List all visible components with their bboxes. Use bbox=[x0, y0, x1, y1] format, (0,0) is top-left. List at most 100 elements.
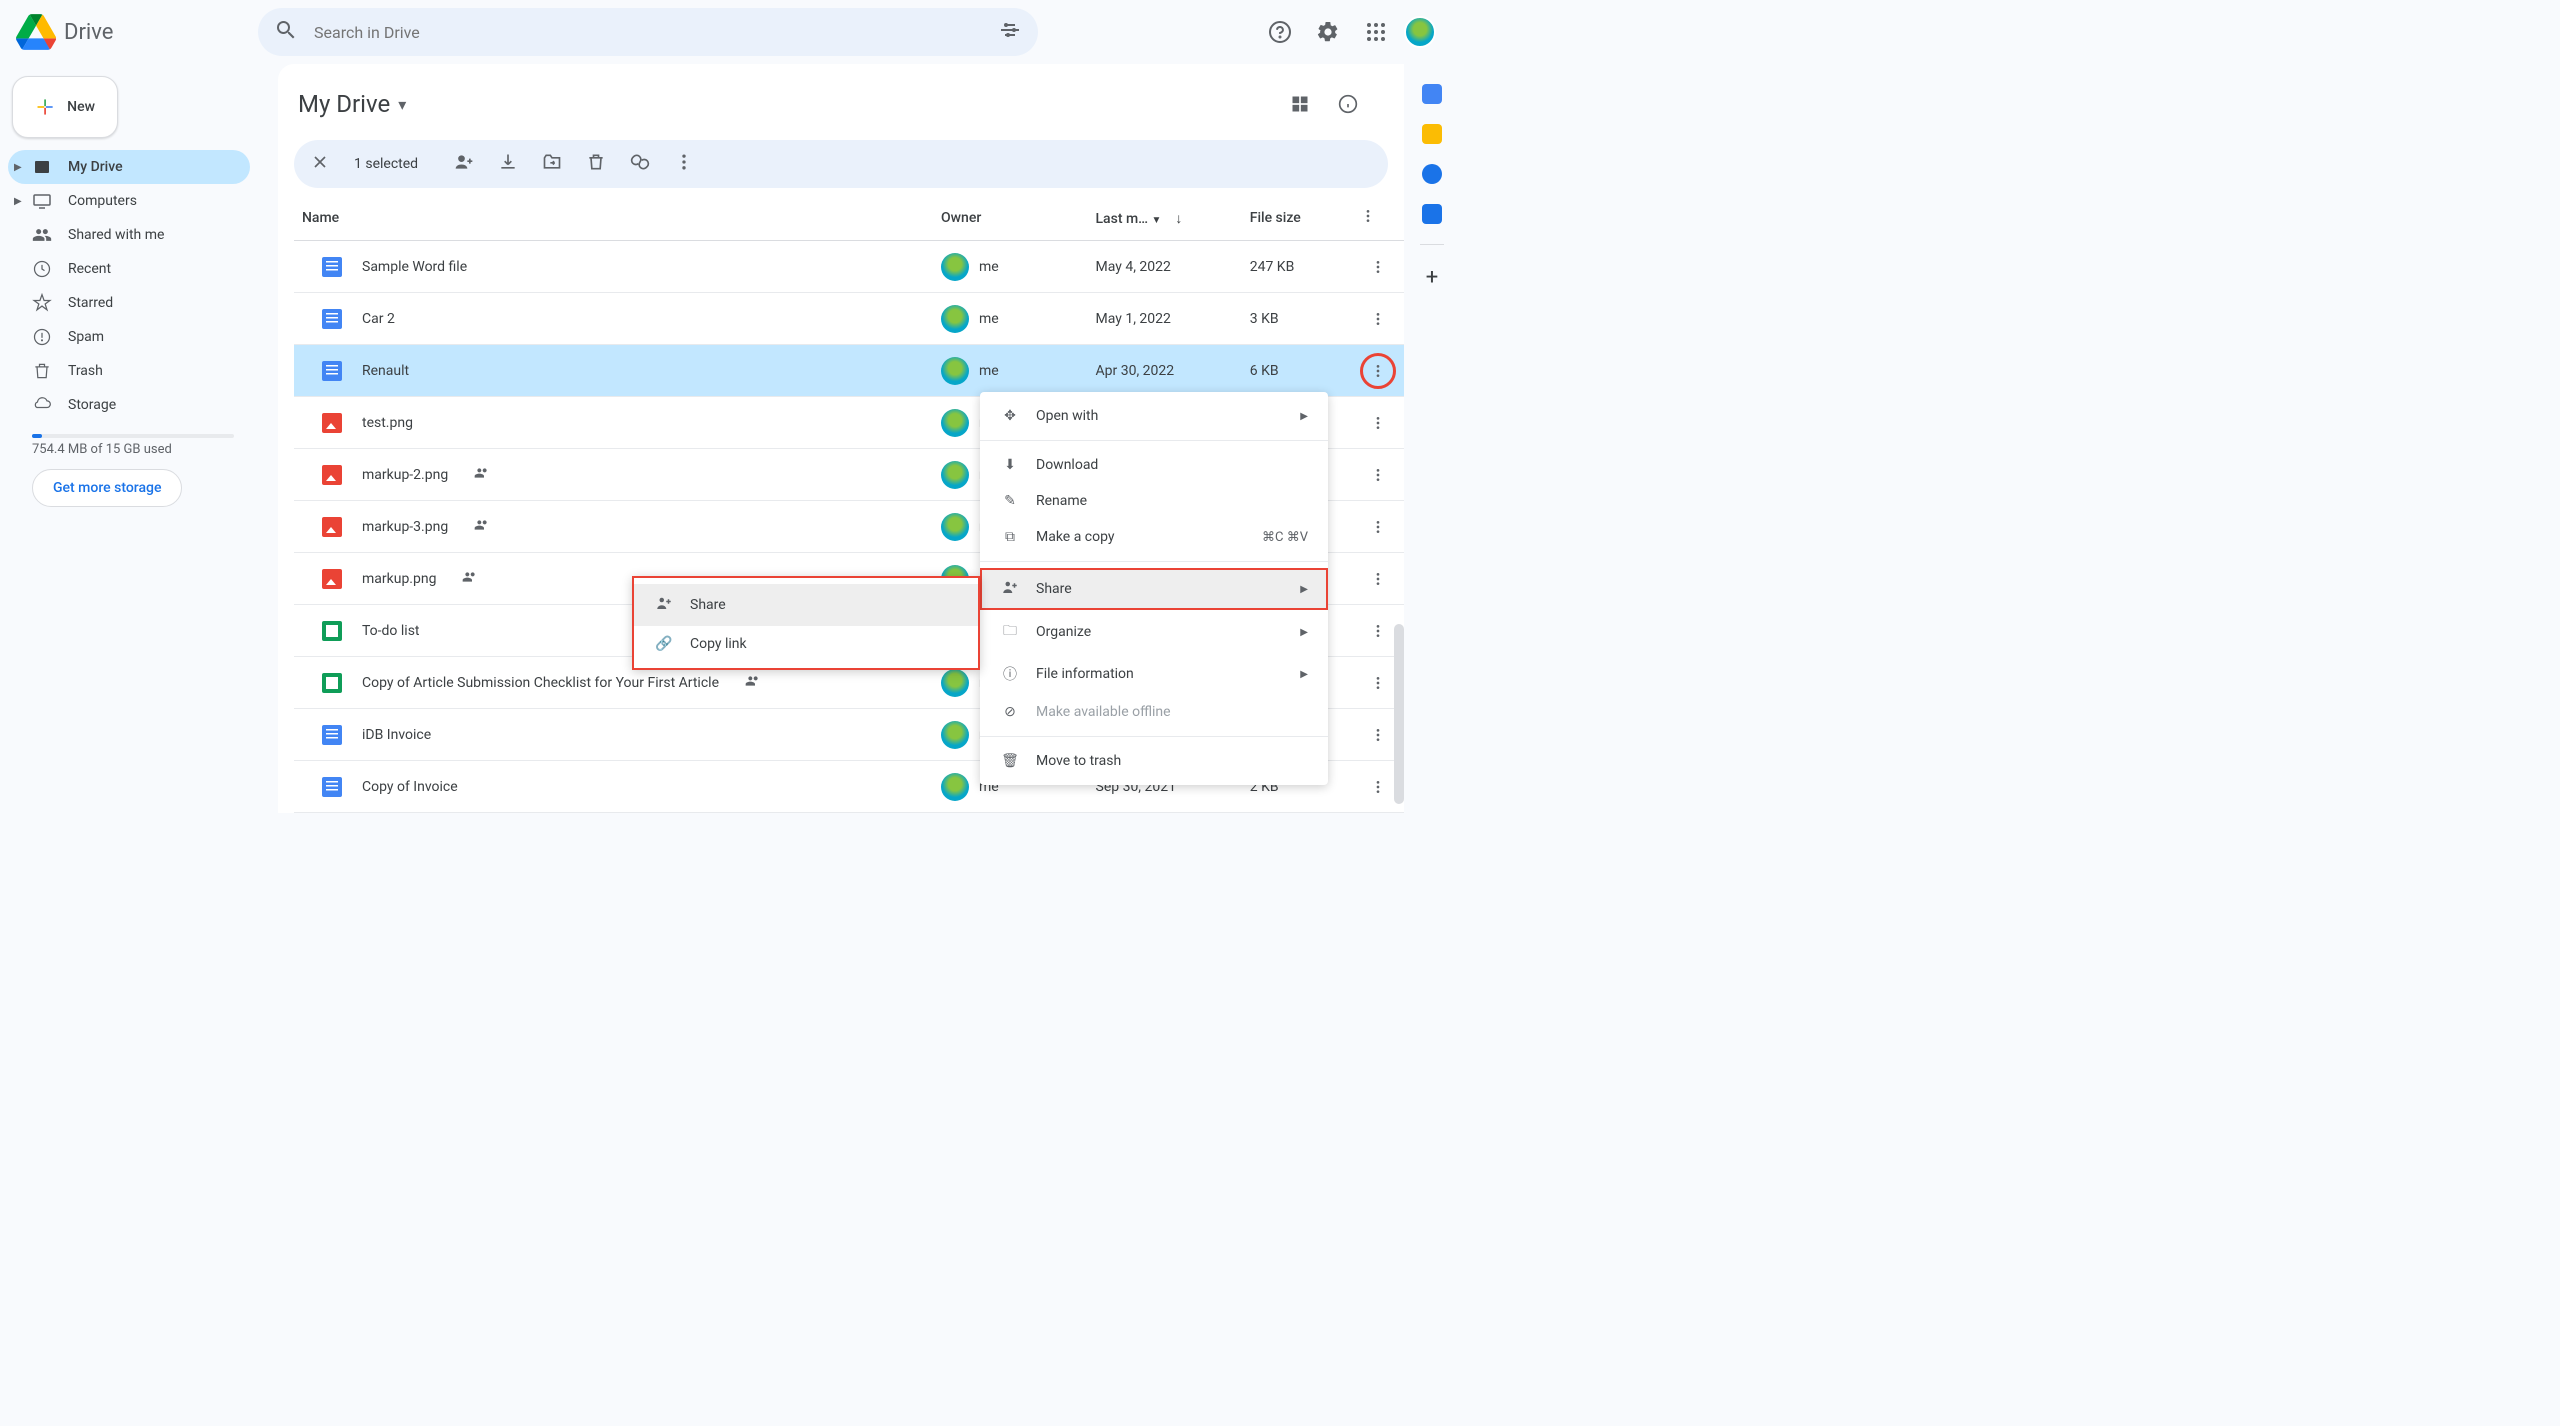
tasks-app-icon[interactable] bbox=[1422, 164, 1442, 184]
owner-avatar bbox=[941, 721, 969, 749]
share-user-icon[interactable] bbox=[454, 152, 474, 176]
owner-label: me bbox=[979, 259, 999, 275]
sidebar-item-label: My Drive bbox=[68, 159, 123, 175]
sidebar-item-spam[interactable]: Spam bbox=[8, 320, 250, 354]
ctx-file-info[interactable]: ⓘFile information▶ bbox=[980, 654, 1328, 694]
delete-icon[interactable] bbox=[586, 152, 606, 176]
calendar-app-icon[interactable] bbox=[1422, 84, 1442, 104]
account-avatar[interactable] bbox=[1404, 16, 1436, 48]
share-submenu: Share 🔗Copy link bbox=[632, 576, 980, 670]
table-row[interactable]: Car 2 me May 1, 2022 3 KB bbox=[294, 293, 1404, 345]
share-icon bbox=[1000, 578, 1020, 600]
img-file-icon bbox=[322, 517, 342, 537]
ctx-rename[interactable]: ✎Rename bbox=[980, 483, 1328, 519]
chevron-right-icon: ▶ bbox=[14, 196, 22, 207]
table-row[interactable]: Sample Word file me May 4, 2022 247 KB bbox=[294, 241, 1404, 293]
settings-icon[interactable] bbox=[1308, 12, 1348, 52]
sub-copy-link[interactable]: 🔗Copy link bbox=[634, 626, 978, 662]
people-icon bbox=[32, 225, 52, 245]
file-name: Car 2 bbox=[362, 311, 395, 327]
col-menu[interactable] bbox=[1352, 196, 1404, 241]
help-icon[interactable] bbox=[1260, 12, 1300, 52]
apps-icon[interactable] bbox=[1356, 12, 1396, 52]
owner-avatar bbox=[941, 773, 969, 801]
search-input[interactable] bbox=[314, 23, 998, 42]
ctx-organize[interactable]: 🗀Organize▶ bbox=[980, 610, 1328, 654]
breadcrumb-title[interactable]: My Drive bbox=[298, 90, 390, 118]
owner-avatar bbox=[941, 305, 969, 333]
file-name: markup-3.png bbox=[362, 519, 448, 535]
size-cell: 3 KB bbox=[1242, 293, 1352, 345]
file-name: To-do list bbox=[362, 623, 420, 639]
link-icon[interactable] bbox=[630, 152, 650, 176]
file-name: markup-2.png bbox=[362, 467, 448, 483]
download-icon[interactable] bbox=[498, 152, 518, 176]
owner-avatar bbox=[941, 357, 969, 385]
add-app-icon[interactable]: + bbox=[1426, 265, 1438, 290]
storage-bar bbox=[32, 434, 234, 438]
chevron-right-icon: ▶ bbox=[1300, 669, 1308, 680]
sub-share[interactable]: Share bbox=[634, 584, 978, 626]
owner-avatar bbox=[941, 513, 969, 541]
row-more-button[interactable] bbox=[1352, 501, 1404, 553]
move-icon[interactable] bbox=[542, 152, 562, 176]
sidebar-item-my-drive[interactable]: ▶ My Drive bbox=[8, 150, 250, 184]
col-size[interactable]: File size bbox=[1250, 210, 1301, 226]
drive-icon bbox=[32, 157, 52, 177]
owner-label: me bbox=[979, 363, 999, 379]
get-more-storage-button[interactable]: Get more storage bbox=[32, 469, 182, 507]
selection-bar: 1 selected bbox=[294, 140, 1388, 188]
star-icon bbox=[32, 293, 52, 313]
sidebar-item-trash[interactable]: Trash bbox=[8, 354, 250, 388]
header-actions bbox=[1260, 12, 1444, 52]
logo-area[interactable]: Drive bbox=[16, 12, 258, 52]
contacts-app-icon[interactable] bbox=[1422, 204, 1442, 224]
shared-icon bbox=[462, 569, 478, 589]
search-options-icon[interactable] bbox=[998, 18, 1022, 46]
chevron-right-icon: ▶ bbox=[14, 162, 22, 173]
storage-text: 754.4 MB of 15 GB used bbox=[32, 442, 234, 457]
sidebar-item-starred[interactable]: Starred bbox=[8, 286, 250, 320]
row-more-button[interactable] bbox=[1352, 345, 1404, 397]
sidebar-item-computers[interactable]: ▶Computers bbox=[8, 184, 250, 218]
sidebar-item-label: Trash bbox=[68, 363, 103, 379]
img-file-icon bbox=[322, 413, 342, 433]
ctx-make-copy[interactable]: ⧉Make a copy⌘C ⌘V bbox=[980, 519, 1328, 555]
sidebar-item-label: Storage bbox=[68, 397, 116, 413]
doc-file-icon bbox=[322, 257, 342, 277]
layout-toggle-icon[interactable] bbox=[1280, 84, 1320, 124]
row-more-button[interactable] bbox=[1352, 241, 1404, 293]
dropdown-arrow-icon[interactable]: ▾ bbox=[398, 95, 406, 114]
sidebar-item-shared[interactable]: Shared with me bbox=[8, 218, 250, 252]
sidebar-item-recent[interactable]: Recent bbox=[8, 252, 250, 286]
ctx-download[interactable]: ⬇Download bbox=[980, 447, 1328, 483]
col-owner[interactable]: Owner bbox=[941, 210, 981, 226]
chevron-right-icon: ▶ bbox=[1300, 627, 1308, 638]
share-icon bbox=[654, 594, 674, 616]
table-row[interactable]: Renault me Apr 30, 2022 6 KB bbox=[294, 345, 1404, 397]
img-file-icon bbox=[322, 569, 342, 589]
ctx-trash[interactable]: 🗑Move to trash bbox=[980, 743, 1328, 779]
scrollbar[interactable] bbox=[1394, 624, 1404, 804]
sidebar: New ▶My Drive ▶Computers Shared with me … bbox=[0, 64, 258, 515]
doc-file-icon bbox=[322, 309, 342, 329]
drive-logo-icon bbox=[16, 12, 56, 52]
col-name[interactable]: Name bbox=[302, 210, 339, 226]
new-button[interactable]: New bbox=[12, 76, 118, 138]
row-more-button[interactable] bbox=[1352, 397, 1404, 449]
file-name: Sample Word file bbox=[362, 259, 467, 275]
details-icon[interactable] bbox=[1328, 84, 1368, 124]
row-more-button[interactable] bbox=[1352, 449, 1404, 501]
search-bar[interactable] bbox=[258, 8, 1038, 56]
sidebar-item-storage[interactable]: Storage bbox=[8, 388, 250, 422]
more-icon[interactable] bbox=[674, 152, 694, 176]
col-modified[interactable]: Last m… bbox=[1096, 211, 1149, 227]
clear-selection-icon[interactable] bbox=[310, 152, 330, 176]
ctx-share[interactable]: Share▶ bbox=[980, 568, 1328, 610]
row-more-button[interactable] bbox=[1352, 553, 1404, 605]
row-more-button[interactable] bbox=[1352, 293, 1404, 345]
ctx-open-with[interactable]: ✥Open with▶ bbox=[980, 398, 1328, 434]
cloud-icon bbox=[32, 395, 52, 415]
plus-icon bbox=[35, 95, 55, 119]
keep-app-icon[interactable] bbox=[1422, 124, 1442, 144]
